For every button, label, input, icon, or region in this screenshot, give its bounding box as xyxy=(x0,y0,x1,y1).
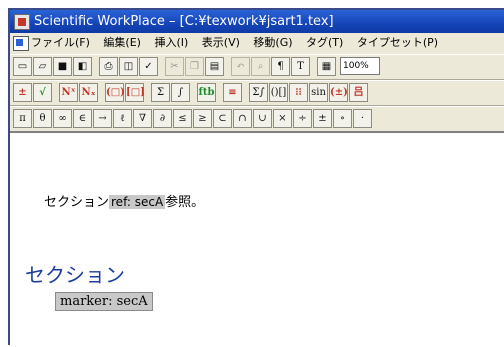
standard-toolbar: ▭ ▱ ■ ◧ ⎙ ◫ ✓ ✂ ❐ ▤ ↶ ⌕ ¶ T ▦ 100% xyxy=(10,54,504,80)
section-heading[interactable]: セクション xyxy=(25,259,125,288)
symbol-element-of[interactable]: ∈ xyxy=(73,109,92,128)
menu-bar: ファイル(F) 編集(E) 挿入(I) 表示(V) 移動(G) タグ(T) タイ… xyxy=(10,33,504,53)
menu-insert[interactable]: 挿入(I) xyxy=(154,33,188,53)
symbol-divide[interactable]: ÷ xyxy=(293,109,312,128)
app-icon[interactable] xyxy=(14,14,30,30)
print-icon[interactable]: ⎙ xyxy=(99,57,118,76)
menu-view[interactable]: 表示(V) xyxy=(202,33,240,53)
symbol-right-arrow[interactable]: → xyxy=(93,109,112,128)
symbol-theta[interactable]: θ xyxy=(33,109,52,128)
summation-icon[interactable]: Σ xyxy=(151,83,170,102)
fraction-icon[interactable]: ± xyxy=(13,83,32,102)
save-icon[interactable]: ■ xyxy=(53,57,72,76)
binomial-icon[interactable]: (±) xyxy=(329,83,348,102)
radical-icon[interactable]: √ xyxy=(33,83,52,102)
matrix-icon[interactable]: ⁝⁝ xyxy=(289,83,308,102)
text-icon[interactable]: T xyxy=(291,57,310,76)
window-title: Scientific WorkPlace – [C:¥texwork¥jsart… xyxy=(34,14,334,29)
symbol-compose[interactable]: ∘ xyxy=(333,109,352,128)
symbol-cache-toolbar: π θ ∞ ∈ → ℓ ∇ ∂ ≤ ≥ ⊂ ∩ ∪ × ÷ ± ∘ · xyxy=(10,106,504,132)
brackets-icon[interactable]: [□] xyxy=(125,83,145,102)
symbol-center-dot[interactable]: · xyxy=(353,109,372,128)
document-area[interactable] xyxy=(10,131,504,347)
function-icon[interactable]: ftb xyxy=(197,83,216,102)
paste-icon[interactable]: ▤ xyxy=(205,57,224,76)
paragraph-icon[interactable]: ¶ xyxy=(271,57,290,76)
parentheses-icon[interactable]: (□) xyxy=(105,83,125,102)
symbol-pi[interactable]: π xyxy=(13,109,32,128)
new-icon[interactable]: ▭ xyxy=(13,57,32,76)
save-all-icon[interactable]: ◧ xyxy=(73,57,92,76)
line-prefix-text: セクション xyxy=(44,195,110,210)
cut-icon[interactable]: ✂ xyxy=(165,57,184,76)
menu-go[interactable]: 移動(G) xyxy=(253,33,292,53)
title-bar[interactable]: Scientific WorkPlace – [C:¥texwork¥jsart… xyxy=(10,10,504,33)
symbol-subset[interactable]: ⊂ xyxy=(213,109,232,128)
zoom-select[interactable]: 100% xyxy=(340,57,380,75)
subscript-icon[interactable]: Nₓ xyxy=(79,83,98,102)
symbol-plus-minus[interactable]: ± xyxy=(313,109,332,128)
table-icon[interactable]: ▦ xyxy=(317,57,336,76)
brackets-panel-icon[interactable]: ()[] xyxy=(269,83,288,102)
symbol-partial[interactable]: ∂ xyxy=(153,109,172,128)
menu-edit[interactable]: 編集(E) xyxy=(103,33,141,53)
undo-icon[interactable]: ↶ xyxy=(231,57,250,76)
paragraph-line[interactable]: セクション ref: secA 参照。 xyxy=(44,191,204,210)
cross-reference-field[interactable]: ref: secA xyxy=(109,195,166,209)
menu-tag[interactable]: タグ(T) xyxy=(306,33,343,53)
symbol-nabla[interactable]: ∇ xyxy=(133,109,152,128)
find-icon[interactable]: ⌕ xyxy=(251,57,270,76)
menu-typeset[interactable]: タイプセット(P) xyxy=(357,33,438,53)
symbol-union[interactable]: ∪ xyxy=(253,109,272,128)
symbol-leq[interactable]: ≤ xyxy=(173,109,192,128)
marker-field[interactable]: marker: secA xyxy=(55,292,153,311)
symbol-times[interactable]: × xyxy=(273,109,292,128)
open-icon[interactable]: ▱ xyxy=(33,57,52,76)
math-templates-toolbar: ± √ Nˣ Nₓ (□) [□] Σ ∫ ftb ≡ Σ∫ ()[] ⁝⁝ s… xyxy=(10,80,504,115)
operators-icon[interactable]: Σ∫ xyxy=(249,83,268,102)
spellcheck-icon[interactable]: ✓ xyxy=(139,57,158,76)
copy-icon[interactable]: ❐ xyxy=(185,57,204,76)
menu-file[interactable]: ファイル(F) xyxy=(31,33,90,53)
display-icon[interactable]: ≡ xyxy=(223,83,242,102)
symbol-ell[interactable]: ℓ xyxy=(113,109,132,128)
line-suffix-text: 参照。 xyxy=(165,195,205,210)
document-menu-icon[interactable] xyxy=(13,36,29,51)
integral-icon[interactable]: ∫ xyxy=(171,83,190,102)
preview-icon[interactable]: ◫ xyxy=(119,57,138,76)
superscript-icon[interactable]: Nˣ xyxy=(59,83,78,102)
symbol-geq[interactable]: ≥ xyxy=(193,109,212,128)
symbol-infinity[interactable]: ∞ xyxy=(53,109,72,128)
symbol-intersection[interactable]: ∩ xyxy=(233,109,252,128)
label-icon[interactable]: 吕 xyxy=(349,83,368,102)
math-name-icon[interactable]: sin cos xyxy=(309,83,328,115)
